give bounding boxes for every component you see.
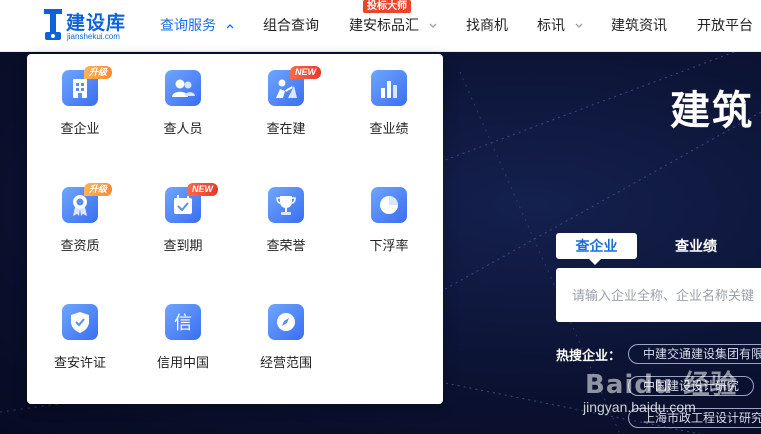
dropdown-item-under-construction[interactable]: NEW 查在建 <box>236 66 336 150</box>
nav-item-label: 开放平台 <box>697 17 753 33</box>
nav-item-label: 查询服务 <box>160 17 216 33</box>
site-logo[interactable]: 建设库 jianshekui.com <box>42 6 142 46</box>
dropdown-item-label: 查安许证 <box>53 355 106 370</box>
trophy-icon <box>268 187 304 223</box>
svg-text:信: 信 <box>174 313 192 334</box>
dropdown-item-honors[interactable]: 查荣誉 <box>236 187 336 267</box>
dropdown-item-discount-rate[interactable]: 下浮率 <box>339 187 439 267</box>
search-box <box>556 268 761 322</box>
query-services-dropdown: 升级 查企业 查人员 NEW 查在建 查业绩 升级 查资质 NEW 查到期 查荣… <box>27 54 443 404</box>
nav-item-label: 标讯 <box>537 17 565 33</box>
nav-item-bid-news[interactable]: 标讯 <box>537 15 583 35</box>
new-badge: NEW <box>187 183 218 196</box>
bar-chart-icon <box>371 70 407 106</box>
dropdown-item-expiry[interactable]: NEW 查到期 <box>133 183 233 267</box>
dropdown-item-label: 查荣誉 <box>266 238 306 253</box>
dropdown-item-business-scope[interactable]: 经营范围 <box>236 304 336 384</box>
dropdown-item-label: 下浮率 <box>369 238 409 253</box>
upgrade-badge: 升级 <box>84 66 113 79</box>
dropdown-item-safety-license[interactable]: 查安许证 <box>30 304 130 384</box>
shield-check-icon <box>62 304 98 340</box>
dropdown-item-label: 查企业 <box>60 121 100 136</box>
dropdown-item-performance[interactable]: 查业绩 <box>339 70 439 150</box>
people-icon <box>165 70 201 106</box>
nav-item-label: 找商机 <box>466 17 508 33</box>
dropdown-item-qualification[interactable]: 升级 查资质 <box>30 183 130 267</box>
hot-search-label: 热搜企业： <box>556 348 622 363</box>
upgrade-badge: 升级 <box>84 183 113 196</box>
nav-badge-bidding-master: 投标大师 <box>363 0 411 13</box>
search-input[interactable] <box>556 268 761 322</box>
hot-search-tag[interactable]: 中建交通建设集团有限 <box>628 344 761 364</box>
search-tab-performance[interactable]: 查业绩 <box>656 233 736 259</box>
hero-title: 建筑 <box>670 88 754 134</box>
dropdown-item-label: 查到期 <box>163 238 203 253</box>
chevron-up-icon <box>226 24 234 29</box>
search-tab-company[interactable]: 查企业 <box>556 233 637 265</box>
logo-text: 建设库 <box>66 12 127 34</box>
logo-domain: jianshekui.com <box>67 32 120 41</box>
nav-item-query-services[interactable]: 查询服务 <box>160 15 234 35</box>
dropdown-item-personnel[interactable]: 查人员 <box>133 70 233 150</box>
nav-item-label: 组合查询 <box>263 17 319 33</box>
dropdown-item-label: 信用中国 <box>156 355 209 370</box>
dropdown-item-label: 查业绩 <box>369 121 409 136</box>
nav-item-open-platform[interactable]: 开放平台 <box>697 15 753 35</box>
logo-mark-icon <box>44 9 62 40</box>
nav-item-combined-query[interactable]: 组合查询 <box>263 15 319 35</box>
dropdown-item-label: 查资质 <box>60 238 100 253</box>
watermark-text: Baidu 经验 <box>585 370 738 400</box>
compass-icon <box>268 304 304 340</box>
nav-item-building-products[interactable]: 建安标品汇 <box>349 15 437 35</box>
new-badge: NEW <box>290 66 321 79</box>
chevron-down-icon <box>575 23 583 29</box>
chevron-down-icon <box>429 23 437 29</box>
nav-item-label: 建安标品汇 <box>349 17 419 33</box>
dropdown-item-credit-china[interactable]: 信 信用中国 <box>133 304 233 384</box>
dropdown-item-label: 经营范围 <box>259 355 312 370</box>
credit-icon: 信 <box>165 304 201 340</box>
nav-item-label: 建筑资讯 <box>611 17 667 33</box>
dropdown-item-label: 查人员 <box>163 121 203 136</box>
dropdown-item-company[interactable]: 升级 查企业 <box>30 66 130 150</box>
dropdown-item-label: 查在建 <box>266 121 306 136</box>
pie-chart-icon <box>371 187 407 223</box>
watermark-url: jingyan.baidu.com <box>583 399 696 415</box>
nav-item-construction-news[interactable]: 建筑资讯 <box>611 15 667 35</box>
top-navbar: 建设库 jianshekui.com 投标大师 查询服务 组合查询 建安标品汇 … <box>0 0 761 52</box>
nav-item-find-opportunities[interactable]: 找商机 <box>466 15 508 35</box>
